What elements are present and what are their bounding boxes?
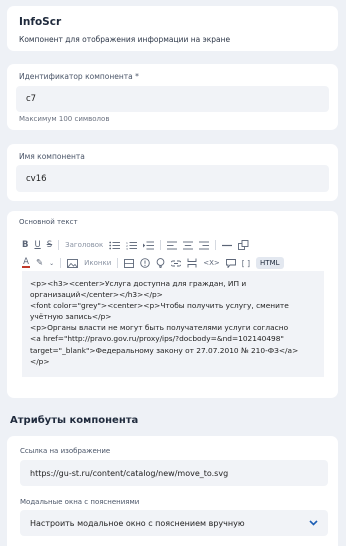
page-title: InfoScr <box>19 16 62 28</box>
component-id-label: Идентификатор компонента * <box>19 72 139 81</box>
modal-select-label: Модальные окна с пояснениями <box>20 498 140 506</box>
align-center-icon[interactable] <box>183 241 194 250</box>
main-text-editor[interactable]: <p><h3><center>Услуга доступна для гражд… <box>22 271 324 377</box>
image-link-label: Ссылка на изображение <box>20 447 111 455</box>
toolbar-divider <box>215 240 217 250</box>
table-icon[interactable] <box>124 258 135 268</box>
component-id-input[interactable]: c7 <box>16 86 329 112</box>
header-card: InfoScr Компонент для отображения информ… <box>7 6 338 51</box>
font-color-icon[interactable]: A <box>22 258 30 268</box>
code-button[interactable]: <X> <box>203 259 220 267</box>
attributes-section-title: Атрибуты компонента <box>10 415 139 426</box>
editor-toolbar-row-2: A ✎ ⌄ Иконки <X> [ ] HTML <box>22 256 324 270</box>
component-name-input[interactable]: cv16 <box>16 165 329 192</box>
main-text-label: Основной текст <box>19 218 78 226</box>
highlight-icon[interactable]: ✎ <box>36 258 43 268</box>
editor-toolbar-row-1: B U S Заголовок 123 <box>22 238 324 252</box>
toolbar-divider <box>58 240 60 250</box>
variable-icon[interactable]: [ ] <box>242 259 250 268</box>
lightbulb-icon[interactable] <box>156 258 165 268</box>
numbered-list-icon[interactable]: 123 <box>126 241 138 250</box>
copy-format-icon[interactable] <box>238 240 249 250</box>
align-right-icon[interactable] <box>199 241 210 250</box>
component-name-label: Имя компонента <box>19 152 85 161</box>
link-icon[interactable] <box>171 259 182 268</box>
component-id-card: Идентификатор компонента * c7 Максимум 1… <box>7 64 338 130</box>
info-icon[interactable] <box>140 258 151 268</box>
icons-button[interactable]: Иконки <box>84 259 111 267</box>
horizontal-rule-icon[interactable] <box>222 241 233 250</box>
component-id-hint: Максимум 100 символов <box>19 115 110 123</box>
heading-dropdown[interactable]: Заголовок <box>65 241 103 249</box>
page-break-icon[interactable] <box>187 258 197 268</box>
html-toggle-button[interactable]: HTML <box>256 257 284 269</box>
indent-icon[interactable] <box>143 241 155 250</box>
page-subtitle: Компонент для отображения информации на … <box>19 35 231 44</box>
comment-icon[interactable] <box>225 258 236 268</box>
modal-select[interactable]: Настроить модальное окно с пояснением вр… <box>20 510 328 536</box>
svg-text:3: 3 <box>126 247 128 250</box>
modal-select-value: Настроить модальное окно с пояснением вр… <box>30 518 245 528</box>
strikethrough-icon[interactable]: S <box>47 240 52 250</box>
image-link-input[interactable]: https://gu-st.ru/content/catalog/new/mov… <box>20 460 328 486</box>
bold-icon[interactable]: B <box>22 240 28 250</box>
attributes-card: Ссылка на изображение https://gu-st.ru/c… <box>7 436 338 546</box>
align-left-icon[interactable] <box>167 241 178 250</box>
component-name-card: Имя компонента cv16 <box>7 144 338 201</box>
toolbar-divider <box>60 258 62 268</box>
bullet-list-icon[interactable] <box>109 241 121 250</box>
toolbar-divider <box>160 240 162 250</box>
image-icon[interactable] <box>67 258 79 268</box>
chevron-down-icon[interactable] <box>309 519 318 528</box>
underline-icon[interactable]: U <box>34 240 40 250</box>
toolbar-divider <box>117 258 119 268</box>
chevron-down-icon[interactable]: ⌄ <box>49 260 54 267</box>
